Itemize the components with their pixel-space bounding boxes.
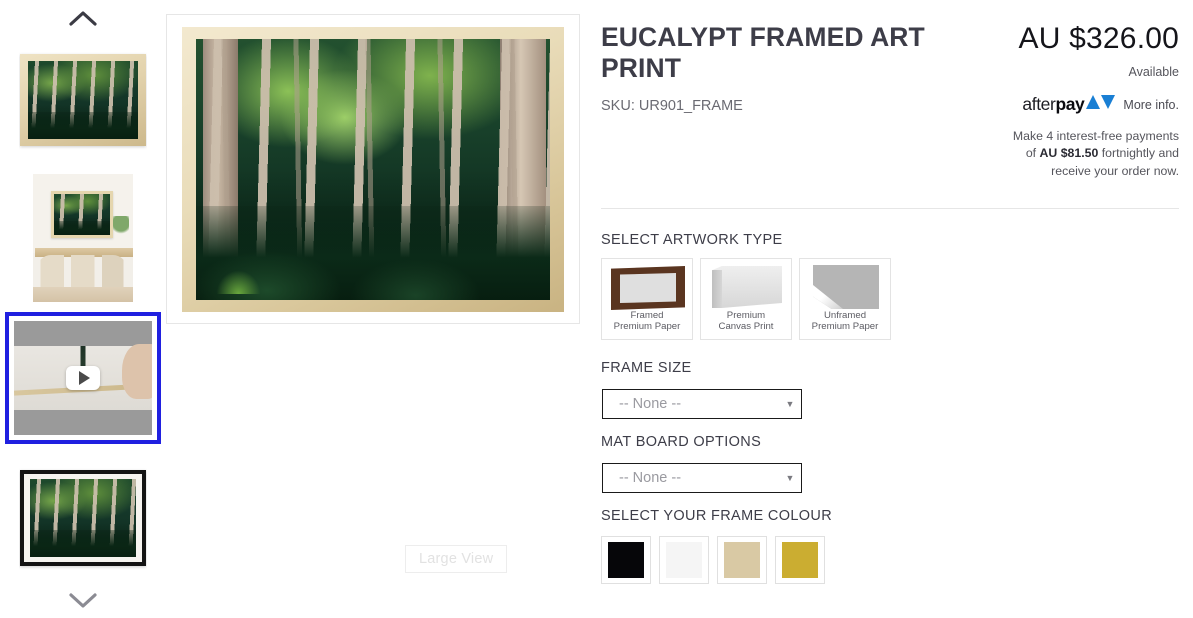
swatch-fill-gold — [782, 542, 818, 578]
artwork-type-framed-premium-paper[interactable]: Framed Premium Paper — [601, 258, 693, 340]
main-cream-frame-graphic — [182, 26, 564, 312]
thumbnail-product-video[interactable] — [5, 312, 161, 444]
afterpay-terms-line1: Make 4 interest-free payments — [1012, 129, 1179, 143]
swatch-fill-white — [666, 542, 702, 578]
frame-size-label: FRAME SIZE — [601, 360, 692, 376]
gallery-scroll-up-button[interactable] — [0, 0, 166, 36]
play-triangle — [79, 371, 90, 385]
availability-status: Available — [1128, 65, 1179, 79]
unframed-paper-icon — [800, 259, 890, 311]
frame-colour-swatch-natural-beige[interactable] — [717, 536, 767, 584]
afterpay-instalment-amount: AU $81.50 — [1039, 146, 1099, 161]
room-floor — [33, 286, 133, 302]
artwork-type-framed-caption: Framed Premium Paper — [602, 310, 692, 333]
black-frame-graphic — [20, 470, 146, 566]
main-forest-artwork — [196, 38, 550, 300]
afterpay-terms-line3: receive your order now. — [1051, 163, 1179, 178]
artwork-type-canvas-line2: Canvas Print — [718, 321, 774, 333]
thumbnail-black-framed-image — [19, 454, 147, 582]
swatch-fill-black — [608, 542, 644, 578]
thumbnail-gallery-rail — [0, 0, 166, 618]
forest-artwork-graphic — [28, 61, 138, 139]
forest-artwork-graphic-framed — [30, 479, 136, 557]
mat-board-selected-value: -- None -- — [619, 470, 682, 486]
afterpay-terms-text: Make 4 interest-free payments of AU $81.… — [964, 128, 1179, 180]
thumbnail-product-video-image — [14, 321, 152, 435]
room-scene-graphic — [33, 174, 133, 302]
video-preview-graphic — [14, 321, 152, 435]
artwork-type-canvas-line1: Premium — [726, 309, 766, 321]
mat-board-label: MAT BOARD OPTIONS — [601, 434, 762, 450]
artwork-type-canvas-caption: Premium Canvas Print — [701, 310, 791, 333]
room-wall-art — [51, 190, 113, 238]
artwork-type-framed-line2: Premium Paper — [613, 321, 681, 333]
forest-grass-highlight — [217, 270, 260, 295]
frame-size-selected-value: -- None -- — [619, 396, 682, 412]
framed-print-icon — [602, 259, 692, 311]
afterpay-logo: after pay — [1022, 94, 1116, 115]
section-divider — [601, 208, 1179, 209]
room-chairs — [37, 254, 127, 288]
main-image-stage: Large View — [166, 14, 580, 573]
afterpay-terms-prefix: of — [1025, 146, 1040, 161]
product-sku: SKU: UR901_FRAME — [601, 98, 743, 114]
afterpay-logo-after: after — [1022, 94, 1056, 114]
chevron-down-icon: ▼ — [785, 473, 795, 483]
frame-colour-label: SELECT YOUR FRAME COLOUR — [601, 508, 833, 524]
main-product-image[interactable] — [166, 14, 580, 324]
large-view-button[interactable]: Large View — [405, 545, 508, 573]
page-title: EUCALYPT FRAMED ART PRINT — [601, 22, 925, 83]
play-icon[interactable] — [66, 366, 100, 390]
mat-board-select[interactable]: -- None -- ▼ — [602, 463, 802, 493]
cream-frame-graphic — [20, 54, 146, 146]
afterpay-logo-pay: pay — [1055, 94, 1085, 114]
product-info-panel: EUCALYPT FRAMED ART PRINT SKU: UR901_FRA… — [601, 0, 1179, 618]
gallery-scroll-down-button[interactable] — [0, 582, 166, 618]
thumbnail-framed-art-print-image — [19, 36, 147, 164]
artwork-type-framed-line1: Framed — [630, 309, 664, 321]
thumbnail-room-scene-image — [19, 174, 147, 302]
afterpay-more-info-link[interactable]: More info. — [1123, 98, 1179, 112]
artwork-type-unframed-caption: Unframed Premium Paper — [800, 310, 890, 333]
frame-size-select[interactable]: -- None -- ▼ — [602, 389, 802, 419]
thumbnail-black-framed-art-print[interactable] — [19, 454, 147, 582]
artwork-type-premium-canvas-print[interactable]: Premium Canvas Print — [700, 258, 792, 340]
thumbnail-room-scene[interactable] — [19, 174, 147, 302]
white-mat-board — [24, 474, 142, 562]
swatch-fill-natural-beige — [724, 542, 760, 578]
frame-colour-swatch-gold[interactable] — [775, 536, 825, 584]
afterpay-chevron-icon — [1086, 94, 1116, 115]
afterpay-row: after pay More info. — [1022, 94, 1179, 115]
artwork-type-unframed-line2: Premium Paper — [811, 321, 879, 333]
artwork-type-unframed-line1: Unframed — [823, 309, 867, 321]
canvas-print-icon — [701, 259, 791, 311]
afterpay-terms-suffix: fortnightly and — [1098, 146, 1179, 161]
video-hand-graphic — [121, 343, 152, 399]
forest-artwork-graphic-small — [54, 193, 110, 235]
frame-colour-swatch-white[interactable] — [659, 536, 709, 584]
room-plant — [113, 216, 129, 240]
artwork-type-options: Framed Premium Paper Premium Canvas Prin… — [601, 258, 891, 340]
thumbnail-list — [0, 36, 166, 582]
product-price: AU $326.00 — [1018, 22, 1179, 55]
artwork-type-label: SELECT ARTWORK TYPE — [601, 232, 783, 248]
product-detail-page: Large View EUCALYPT FRAMED ART PRINT SKU… — [0, 0, 1193, 618]
frame-colour-swatch-black[interactable] — [601, 536, 651, 584]
chevron-down-icon: ▼ — [785, 399, 795, 409]
thumbnail-framed-art-print[interactable] — [19, 36, 147, 164]
frame-colour-swatches — [601, 536, 825, 584]
artwork-type-unframed-premium-paper[interactable]: Unframed Premium Paper — [799, 258, 891, 340]
